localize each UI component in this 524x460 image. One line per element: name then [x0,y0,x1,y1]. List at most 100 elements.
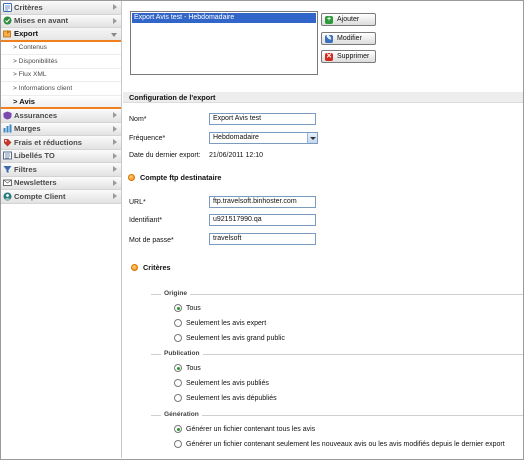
sidebar-item-label: Assurances [14,110,58,120]
sidebar-item-assurances[interactable]: Assurances [1,109,121,123]
sidebar: Critères Mises en avant Export > Contenu… [1,1,122,458]
sidebar-item-filtres[interactable]: Filtres [1,163,121,177]
radio-icon[interactable] [174,319,182,327]
generation-option-all[interactable]: Générer un fichier contenant tous les av… [174,425,315,433]
sidebar-subitem-avis[interactable]: > Avis [1,95,121,109]
margin-icon [3,124,12,133]
add-button-label: Ajouter [337,16,360,23]
last-export-label: Date du dernier export: [129,152,201,159]
radio-label: Générer un fichier contenant tous les av… [186,425,316,433]
edit-icon: ✎ [325,34,333,43]
sidebar-subitem-disponibilites[interactable]: > Disponibilités [1,55,121,69]
chevron-right-icon [113,193,117,199]
identifiant-input[interactable]: u921517990.qa [209,214,316,226]
sidebar-item-label: Marges [14,124,41,134]
filter-icon [3,165,12,174]
sidebar-item-mises-en-avant[interactable]: Mises en avant [1,14,121,28]
ftp-section-title: Compte ftp destinataire [128,173,222,182]
edit-button-label: Modifier [337,35,362,42]
sidebar-item-newsletters[interactable]: Newsletters [1,176,121,190]
main-content: Export Avis test - Hebdomadaire + Ajoute… [123,1,523,458]
radio-label: Tous [186,304,201,312]
delete-button[interactable]: ✕ Supprimer [321,50,376,63]
origin-fieldset: Origine [151,290,523,297]
origin-legend: Origine [161,290,191,297]
radio-label: Tous [186,364,201,372]
url-label: URL* [129,199,146,206]
radio-selected-icon[interactable] [174,364,182,372]
origin-option-grand-public[interactable]: Seulement les avis grand public [174,334,285,342]
sidebar-item-criteres[interactable]: Critères [1,1,121,15]
generation-fieldset: Génération [151,411,523,418]
sidebar-item-label: Export [14,29,39,39]
labels-icon [3,151,12,160]
insurance-icon [3,111,12,120]
criteria-section-label: Critères [143,263,171,272]
frequency-select[interactable]: Hebdomadaire [209,132,318,144]
fees-icon [3,138,12,147]
frequency-label: Fréquence* [129,135,166,142]
sidebar-item-label: Filtres [14,164,37,174]
radio-label: Seulement les avis dépubliés [186,394,277,402]
publication-fieldset: Publication [151,350,523,357]
sidebar-subitem-flux-xml[interactable]: > Flux XML [1,68,121,82]
sidebar-item-label: Compte Client [14,191,66,201]
client-account-icon [3,192,12,201]
criteria-section-title: Critères [131,263,171,272]
export-list-option[interactable]: Export Avis test - Hebdomadaire [132,13,316,23]
sidebar-item-label: Mises en avant [14,16,69,26]
config-section-title: Configuration de l'export [123,92,523,103]
sidebar-item-libelles-to[interactable]: Libellés TO [1,149,121,163]
sidebar-item-frais-reductions[interactable]: Frais et réductions [1,136,121,150]
sidebar-subitem-contenus[interactable]: > Contenus [1,41,121,55]
publication-option-tous[interactable]: Tous [174,364,201,372]
publication-option-publies[interactable]: Seulement les avis publiés [174,379,269,387]
bullet-icon [128,174,135,181]
radio-label: Seulement les avis grand public [186,334,285,342]
delete-icon: ✕ [325,52,333,61]
delete-button-label: Supprimer [337,53,370,60]
chevron-right-icon [113,166,117,172]
chevron-down-icon [111,33,117,37]
password-label: Mot de passe* [129,237,174,244]
password-input[interactable]: travelsoft [209,233,316,245]
radio-label: Seulement les avis publiés [186,379,269,387]
generation-option-new-modified[interactable]: Générer un fichier contenant seulement l… [174,440,505,448]
radio-selected-icon[interactable] [174,425,182,433]
sidebar-subitem-informations-client[interactable]: > Informations client [1,82,121,96]
frequency-select-value: Hebdomadaire [213,134,259,141]
export-icon [3,29,12,38]
radio-icon[interactable] [174,334,182,342]
origin-option-expert[interactable]: Seulement les avis expert [174,319,266,327]
sidebar-item-label: Critères [14,2,43,12]
radio-icon[interactable] [174,440,182,448]
radio-label: Seulement les avis expert [186,319,267,327]
chevron-down-icon[interactable] [307,133,317,143]
chevron-right-icon [113,179,117,186]
add-button[interactable]: + Ajouter [321,13,376,26]
name-label: Nom* [129,116,147,123]
chevron-right-icon [113,17,117,24]
chevron-right-icon [113,112,117,118]
radio-selected-icon[interactable] [174,304,182,312]
generation-legend: Génération [161,411,202,418]
chevron-right-icon [113,152,117,159]
last-export-value: 21/06/2011 12:10 [209,152,263,159]
name-input[interactable]: Export Avis test [209,113,316,125]
radio-icon[interactable] [174,394,182,402]
edit-button[interactable]: ✎ Modifier [321,32,376,45]
identifiant-label: Identifiant* [129,217,163,224]
plus-icon: + [325,15,333,24]
export-listbox[interactable]: Export Avis test - Hebdomadaire [130,11,318,75]
sidebar-item-marges[interactable]: Marges [1,122,121,136]
publication-option-depublies[interactable]: Seulement les avis dépubliés [174,394,277,402]
sidebar-item-compte-client[interactable]: Compte Client [1,190,121,204]
radio-icon[interactable] [174,379,182,387]
sidebar-item-export[interactable]: Export [1,28,121,42]
origin-option-tous[interactable]: Tous [174,304,201,312]
bullet-icon [131,264,138,271]
newsletter-icon [3,178,12,187]
url-input[interactable]: ftp.travelsoft.binhoster.com [209,196,316,208]
highlight-icon [3,16,12,25]
chevron-right-icon [113,139,117,145]
